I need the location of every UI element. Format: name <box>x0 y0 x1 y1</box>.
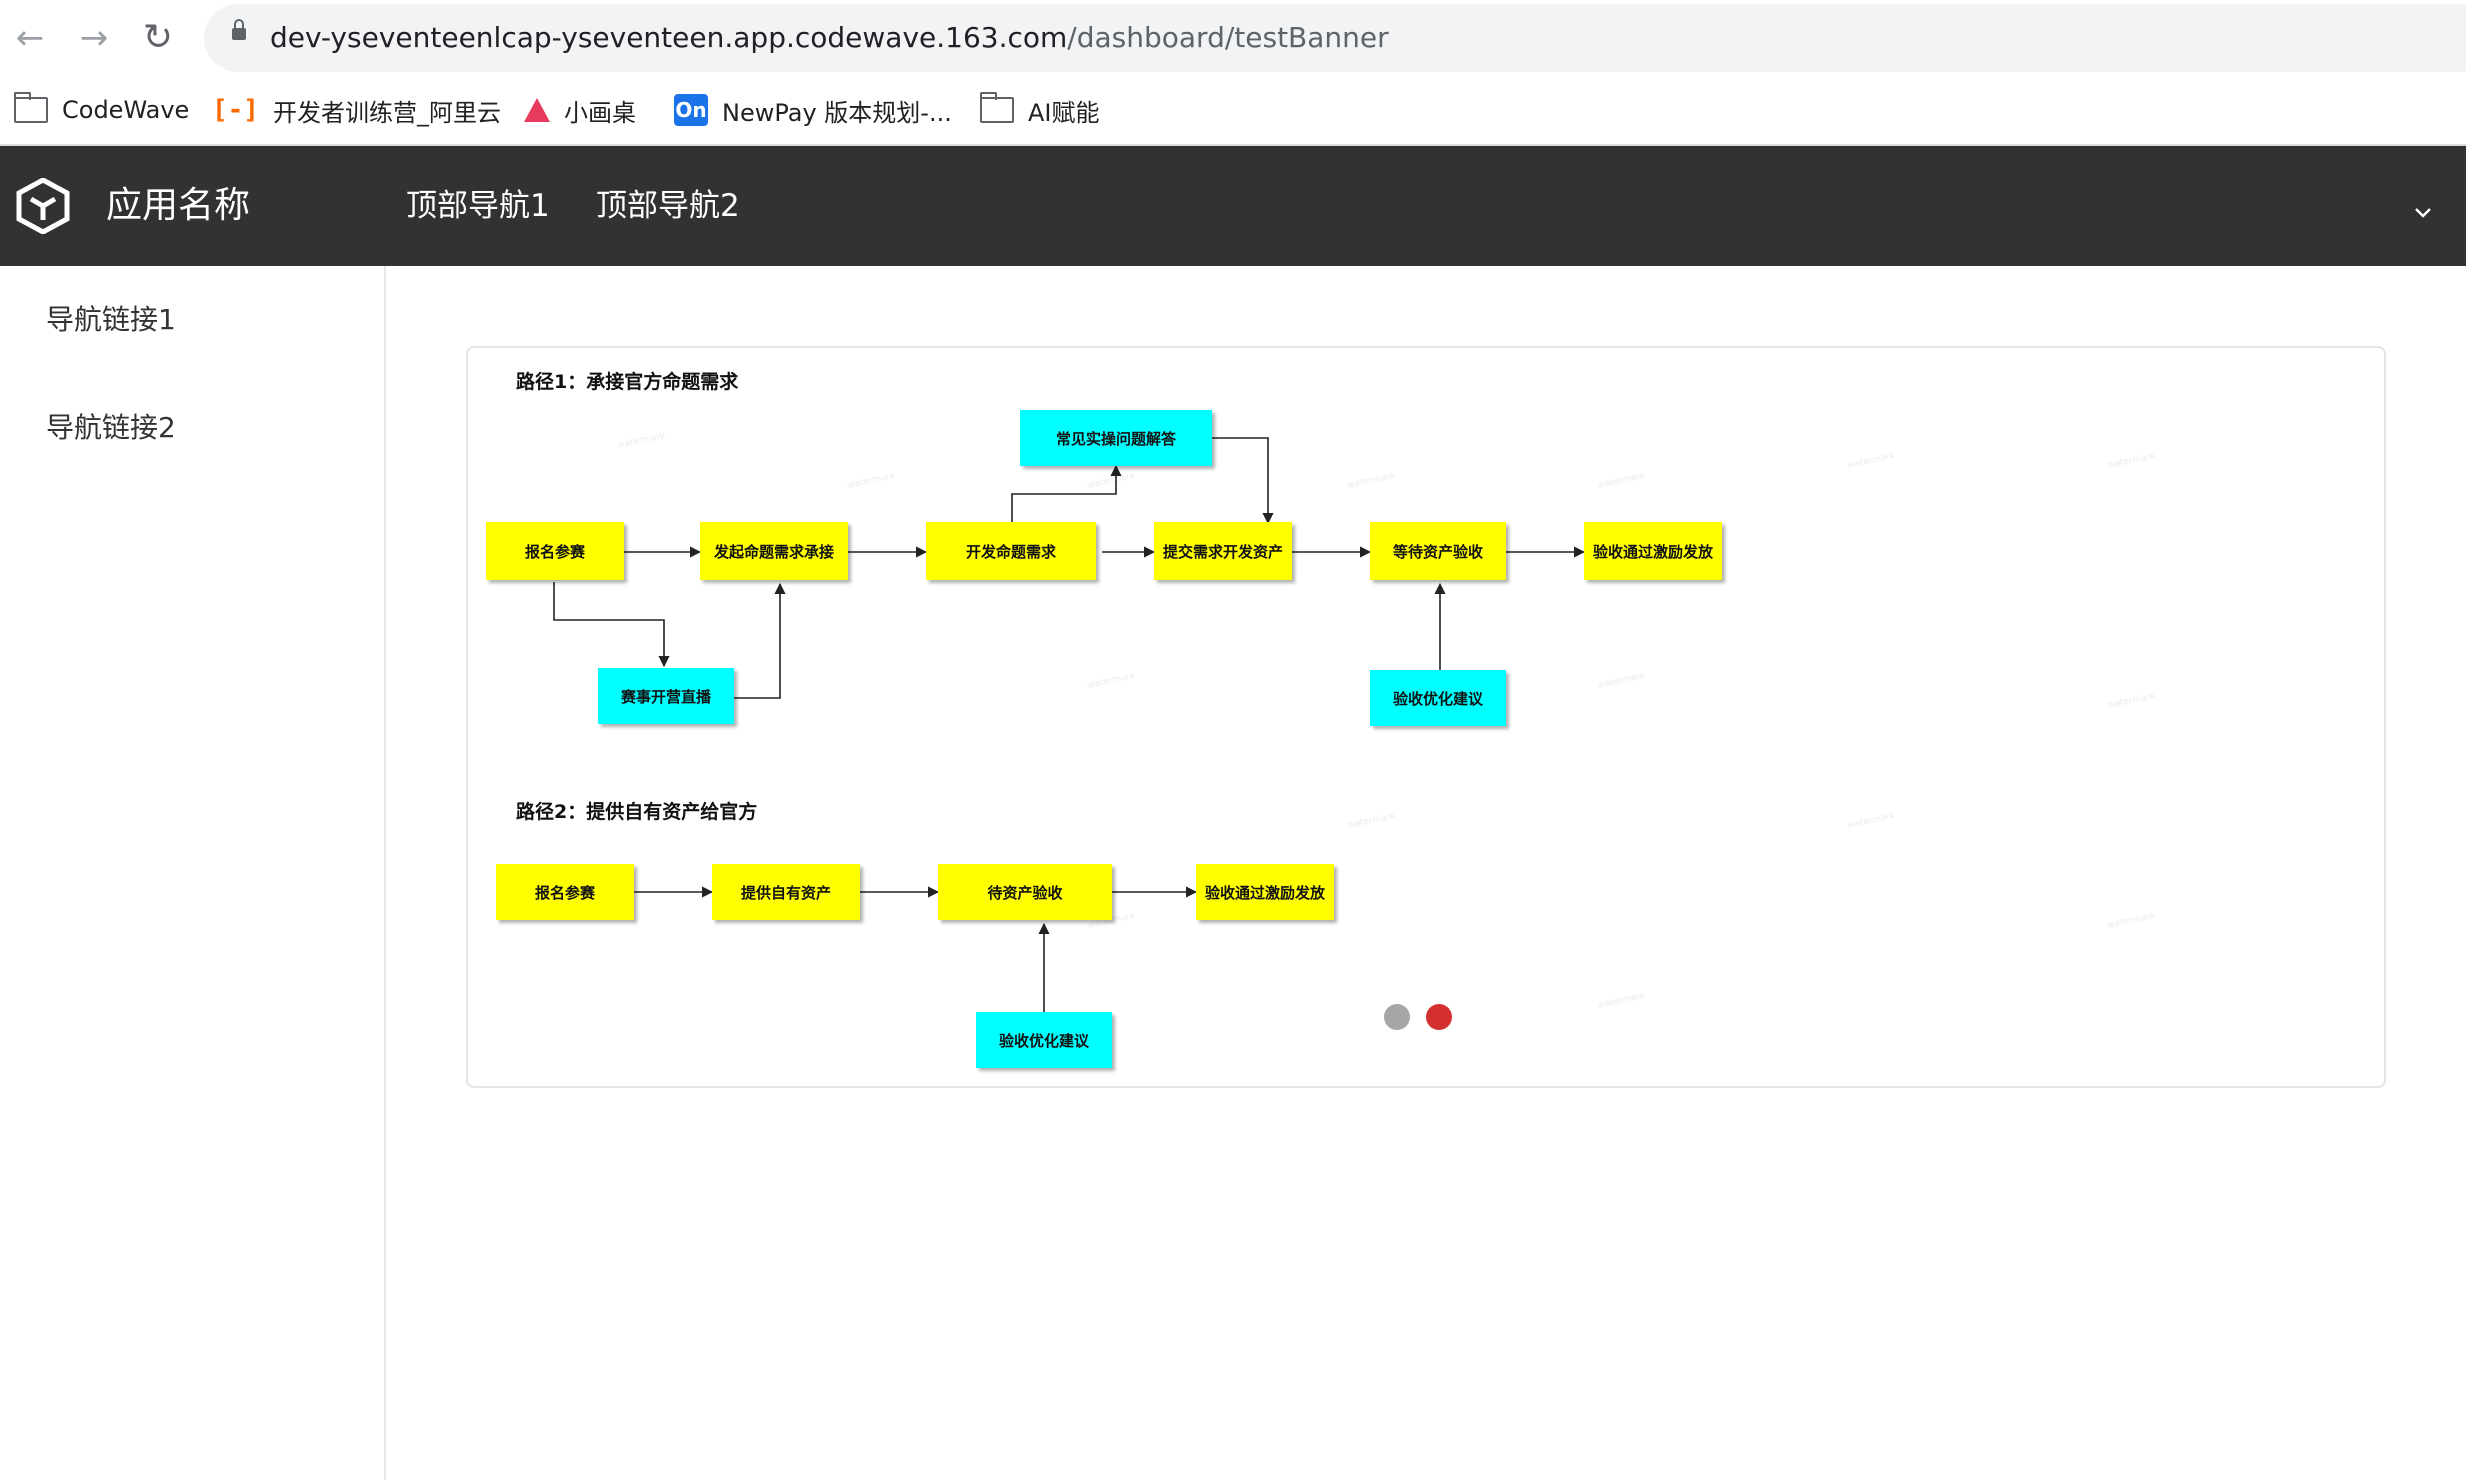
bookmark-ai[interactable]: AI赋能 <box>980 90 1100 130</box>
top-nav-2[interactable]: 顶部导航2 <box>596 186 740 226</box>
reload-icon[interactable]: ↻ <box>134 14 182 62</box>
folder-icon <box>980 92 1014 123</box>
p1-faq-label: 常见实操问题解答 <box>1056 430 1177 448</box>
folder-icon <box>14 92 48 123</box>
svg-text:watermark: watermark <box>2107 451 2157 471</box>
bookmark-label: AI赋能 <box>1028 98 1100 127</box>
sidebar-link-2[interactable]: 导航链接2 <box>46 410 176 446</box>
carousel-dot-2-active[interactable] <box>1426 1004 1452 1030</box>
url-path: /dashboard/testBanner <box>1067 21 1389 54</box>
svg-text:watermark: watermark <box>2107 691 2157 711</box>
p1-signup-label: 报名参赛 <box>525 543 586 561</box>
svg-text:watermark: watermark <box>1347 471 1397 491</box>
carousel-dot-1[interactable] <box>1384 1004 1410 1030</box>
p2-signup-label: 报名参赛 <box>535 884 596 902</box>
banner-carousel[interactable]: watermark watermark watermark watermark … <box>466 346 2386 1088</box>
app-header: 应用名称 顶部导航1 顶部导航2 <box>0 146 2466 266</box>
svg-text:watermark: watermark <box>847 471 897 491</box>
bookmarks-bar: CodeWave [-] 开发者训练营_阿里云 小画桌 On NewPay 版本… <box>0 76 2466 146</box>
app-name[interactable]: 应用名称 <box>106 184 250 228</box>
forward-arrow-icon[interactable]: → <box>70 14 118 62</box>
p1-develop-label: 开发命题需求 <box>966 543 1057 561</box>
svg-text:watermark: watermark <box>617 431 667 451</box>
sidebar: 导航链接1 导航链接2 <box>0 266 386 1480</box>
bookmark-codewave[interactable]: CodeWave <box>14 90 189 130</box>
svg-text:watermark: watermark <box>1597 671 1647 691</box>
url-text[interactable]: dev-yseventeenlcap-yseventeen.app.codewa… <box>270 21 1389 55</box>
onenote-icon: On <box>674 94 708 126</box>
p2-reward-label: 验收通过激励发放 <box>1205 884 1326 902</box>
svg-text:watermark: watermark <box>1597 991 1647 1011</box>
p1-live-label: 赛事开营直播 <box>620 688 712 706</box>
aliyun-icon: [-] <box>212 95 259 125</box>
p2-pending-label: 待资产验收 <box>987 884 1062 902</box>
p2-provide-label: 提供自有资产 <box>741 884 831 902</box>
p1-await-label: 等待资产验收 <box>1393 543 1483 561</box>
bookmark-newpay[interactable]: On NewPay 版本规划-... <box>674 90 952 130</box>
p1-reward-label: 验收通过激励发放 <box>1593 543 1714 561</box>
browser-toolbar: ← → ↻ dev-yseventeenlcap-yseventeen.app.… <box>0 0 2466 76</box>
bookmark-aliyun[interactable]: [-] 开发者训练营_阿里云 <box>212 90 501 130</box>
flow-diagram: watermark watermark watermark watermark … <box>486 370 2157 1068</box>
sidebar-link-1[interactable]: 导航链接1 <box>46 302 176 338</box>
svg-text:watermark: watermark <box>1347 811 1397 831</box>
p1-optimize-label: 验收优化建议 <box>1393 690 1484 708</box>
bookmark-xiaohuazhuo[interactable]: 小画桌 <box>524 90 636 130</box>
bookmark-label: NewPay 版本规划-... <box>722 98 952 127</box>
bookmark-label: 小画桌 <box>564 98 636 127</box>
svg-text:watermark: watermark <box>1087 471 1137 491</box>
app-logo-icon[interactable] <box>16 178 70 234</box>
back-arrow-icon[interactable]: ← <box>6 14 54 62</box>
path2-title: 路径2：提供自有资产给官方 <box>516 800 757 823</box>
p1-initiate-label: 发起命题需求承接 <box>713 543 834 561</box>
bookmark-label: CodeWave <box>62 96 190 124</box>
svg-text:watermark: watermark <box>1597 471 1647 491</box>
url-host: dev-yseventeenlcap-yseventeen.app.codewa… <box>270 21 1068 54</box>
chevron-down-icon[interactable] <box>2414 204 2432 222</box>
p1-submit-label: 提交需求开发资产 <box>1163 543 1283 561</box>
svg-text:watermark: watermark <box>1847 451 1897 471</box>
bookmark-label: 开发者训练营_阿里云 <box>272 98 501 127</box>
xiaohuazhuo-icon <box>524 98 550 122</box>
top-nav-1[interactable]: 顶部导航1 <box>406 186 550 226</box>
address-bar[interactable]: dev-yseventeenlcap-yseventeen.app.codewa… <box>204 4 2466 72</box>
svg-text:watermark: watermark <box>2107 911 2157 931</box>
path1-title: 路径1：承接官方命题需求 <box>516 370 739 393</box>
lock-icon[interactable] <box>232 19 246 40</box>
p2-optimize-label: 验收优化建议 <box>999 1032 1090 1050</box>
svg-text:watermark: watermark <box>1847 811 1897 831</box>
svg-text:watermark: watermark <box>1087 671 1137 691</box>
